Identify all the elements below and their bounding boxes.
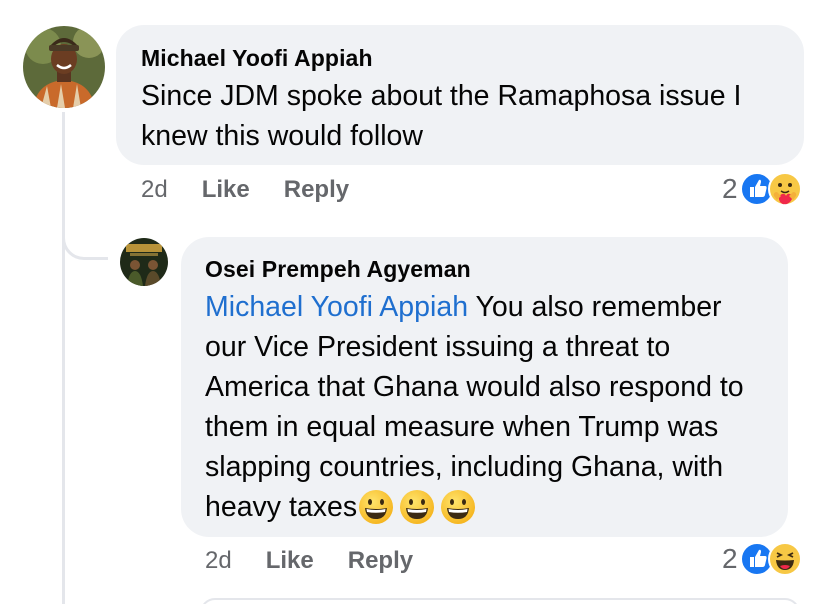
reply-button[interactable]: Reply <box>284 176 349 204</box>
grinning-face-emoji <box>439 488 477 526</box>
thread-connector <box>62 112 108 260</box>
comment-text: Since JDM spoke about the Ramaphosa issu… <box>141 80 742 152</box>
like-button[interactable]: Like <box>266 547 314 575</box>
comment-author[interactable]: Osei Prempeh Agyeman <box>205 254 764 284</box>
avatar-michael[interactable] <box>23 26 105 108</box>
reaction-summary[interactable]: 2 <box>722 172 802 206</box>
care-icon <box>767 172 802 206</box>
avatar-osei[interactable] <box>120 238 168 286</box>
comment-actions: 2d Like Reply <box>205 547 413 575</box>
comment-author[interactable]: Michael Yoofi Appiah <box>141 43 779 73</box>
mention-link[interactable]: Michael Yoofi Appiah <box>205 291 468 323</box>
comment-timestamp[interactable]: 2d <box>141 176 168 204</box>
comment-bubble: Michael Yoofi Appiah Since JDM spoke abo… <box>116 25 804 165</box>
grinning-face-emoji <box>398 488 436 526</box>
grinning-face-emoji <box>357 488 395 526</box>
reaction-count: 2 <box>722 543 738 574</box>
reply-button[interactable]: Reply <box>348 547 413 575</box>
next-comment-bubble <box>200 598 800 604</box>
like-button[interactable]: Like <box>202 176 250 204</box>
comment-timestamp[interactable]: 2d <box>205 547 232 575</box>
haha-icon <box>767 542 802 576</box>
reaction-summary[interactable]: 2 <box>722 542 802 576</box>
comment-text: Michael Yoofi Appiah You also remember o… <box>205 287 764 527</box>
reaction-count: 2 <box>722 173 738 204</box>
comment-actions: 2d Like Reply <box>141 176 349 204</box>
reply-bubble: Osei Prempeh Agyeman Michael Yoofi Appia… <box>181 237 788 537</box>
thread-line <box>62 112 65 604</box>
